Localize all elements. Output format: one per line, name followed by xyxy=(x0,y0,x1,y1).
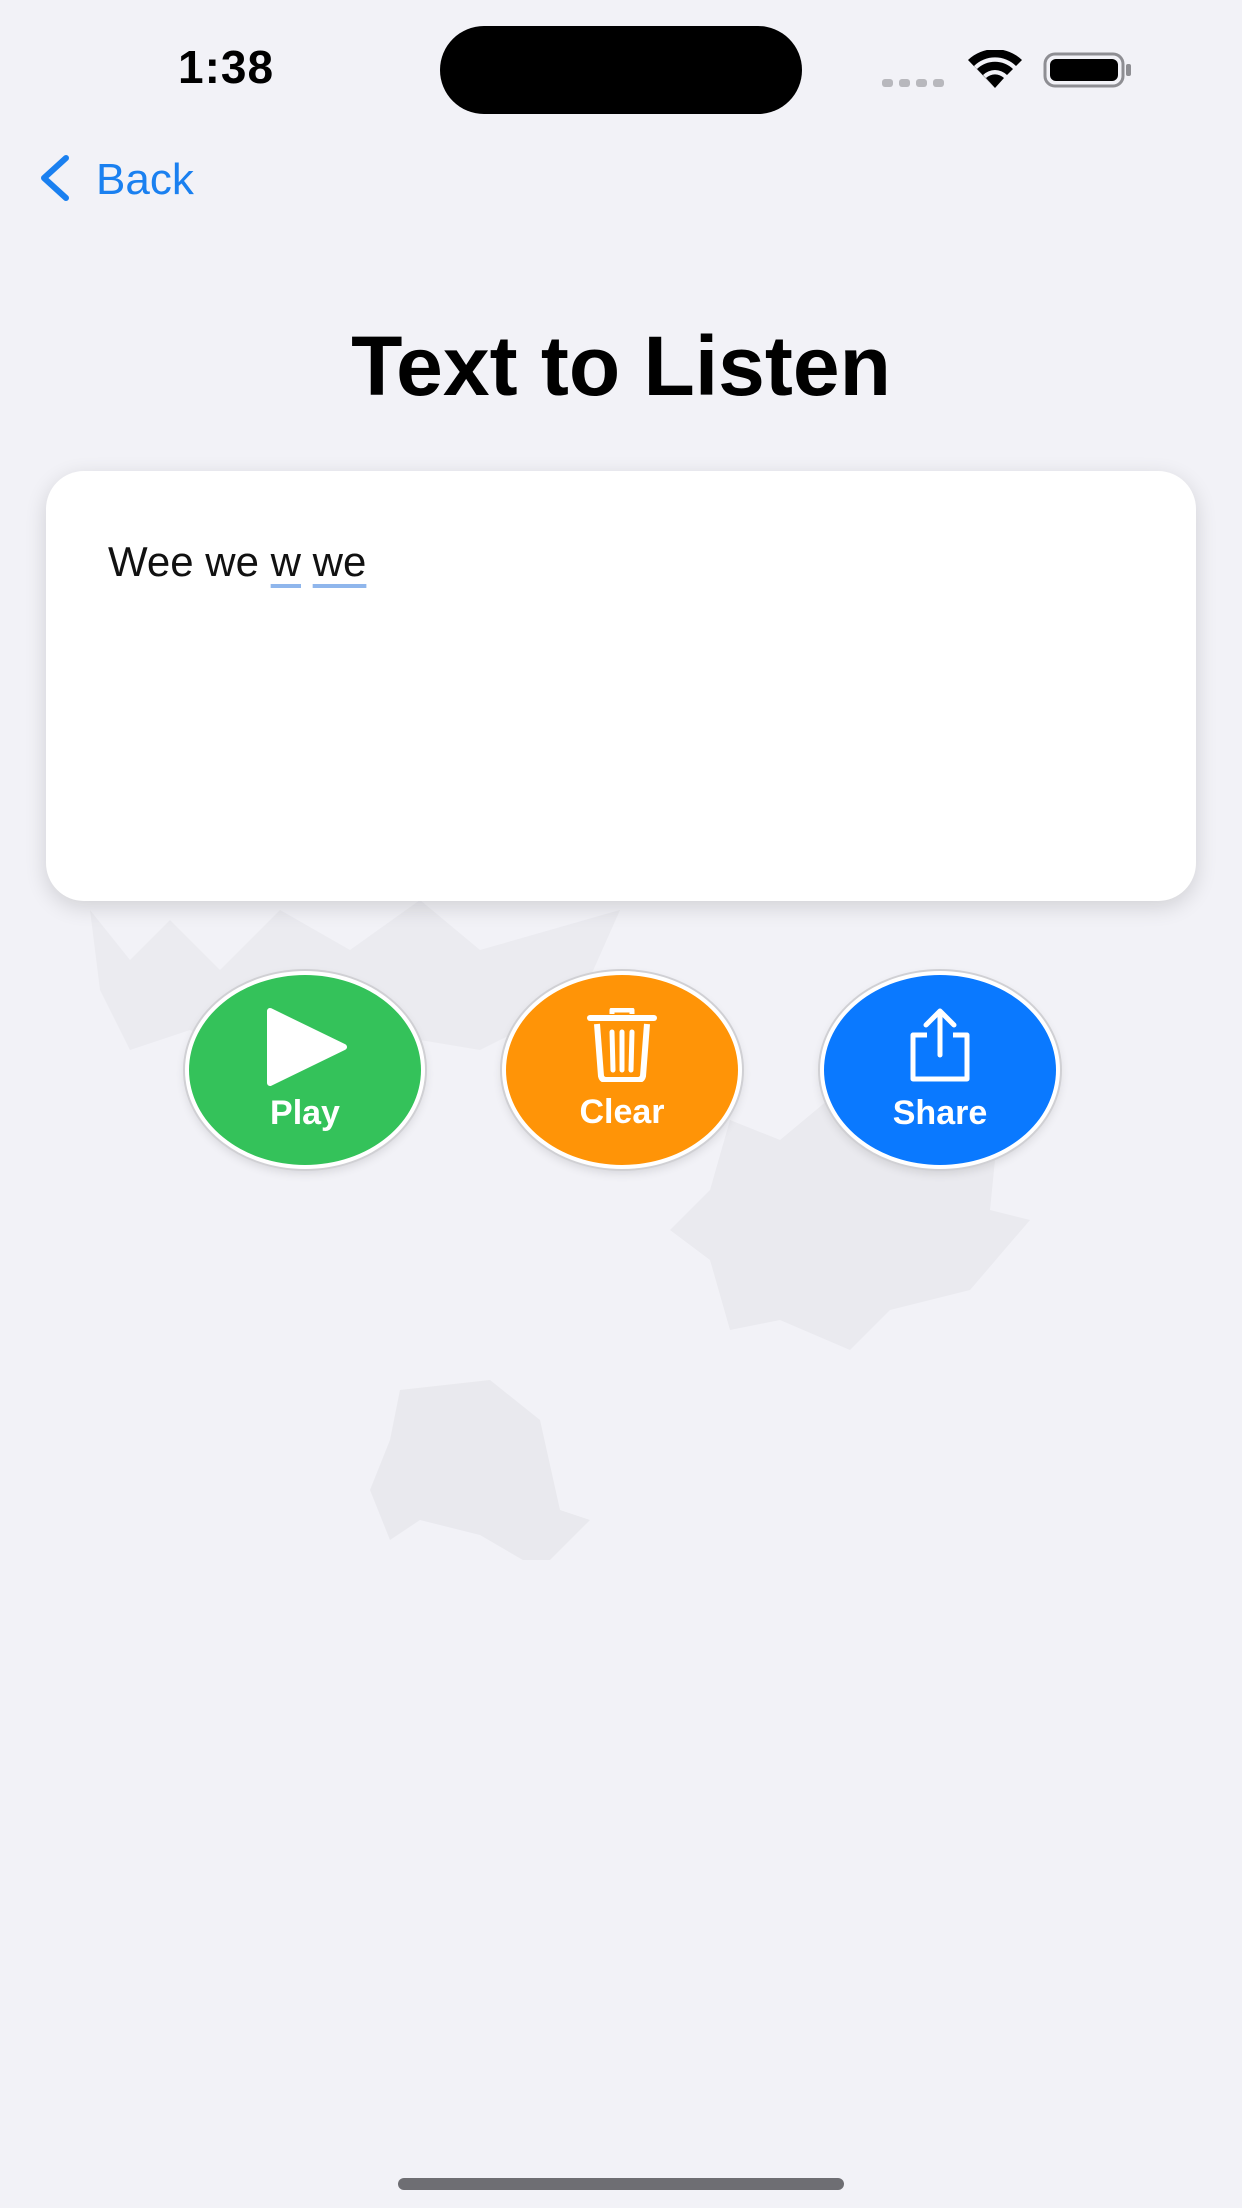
share-icon xyxy=(907,1007,973,1088)
share-label: Share xyxy=(892,1094,988,1132)
share-button[interactable]: Share xyxy=(820,971,1060,1169)
text-word: Wee xyxy=(108,538,194,585)
decorative-splat xyxy=(370,1380,590,1560)
wifi-icon xyxy=(966,49,1024,95)
battery-icon xyxy=(1043,52,1133,93)
text-word: we xyxy=(205,538,259,585)
status-time: 1:38 xyxy=(178,41,275,93)
clear-label: Clear xyxy=(579,1093,665,1131)
trash-icon xyxy=(586,1007,658,1087)
page-title: Text to Listen xyxy=(351,319,891,413)
play-icon xyxy=(262,1007,348,1092)
clear-button[interactable]: Clear xyxy=(502,971,742,1169)
back-label: Back xyxy=(96,155,194,204)
chevron-left-icon xyxy=(36,154,72,207)
text-input-card: Wee we w we xyxy=(46,471,1196,901)
dynamic-island xyxy=(440,26,802,114)
back-button[interactable]: Back xyxy=(36,150,194,210)
status-bar: 1:38 xyxy=(0,0,1242,140)
cellular-signal-icon xyxy=(882,74,950,92)
text-word-misspelled: we xyxy=(312,538,367,585)
home-indicator[interactable] xyxy=(398,2178,844,2190)
text-word-misspelled: w xyxy=(270,538,301,585)
text-input[interactable]: Wee we w we xyxy=(108,535,1134,590)
play-label: Play xyxy=(270,1094,340,1132)
play-button[interactable]: Play xyxy=(185,971,425,1169)
